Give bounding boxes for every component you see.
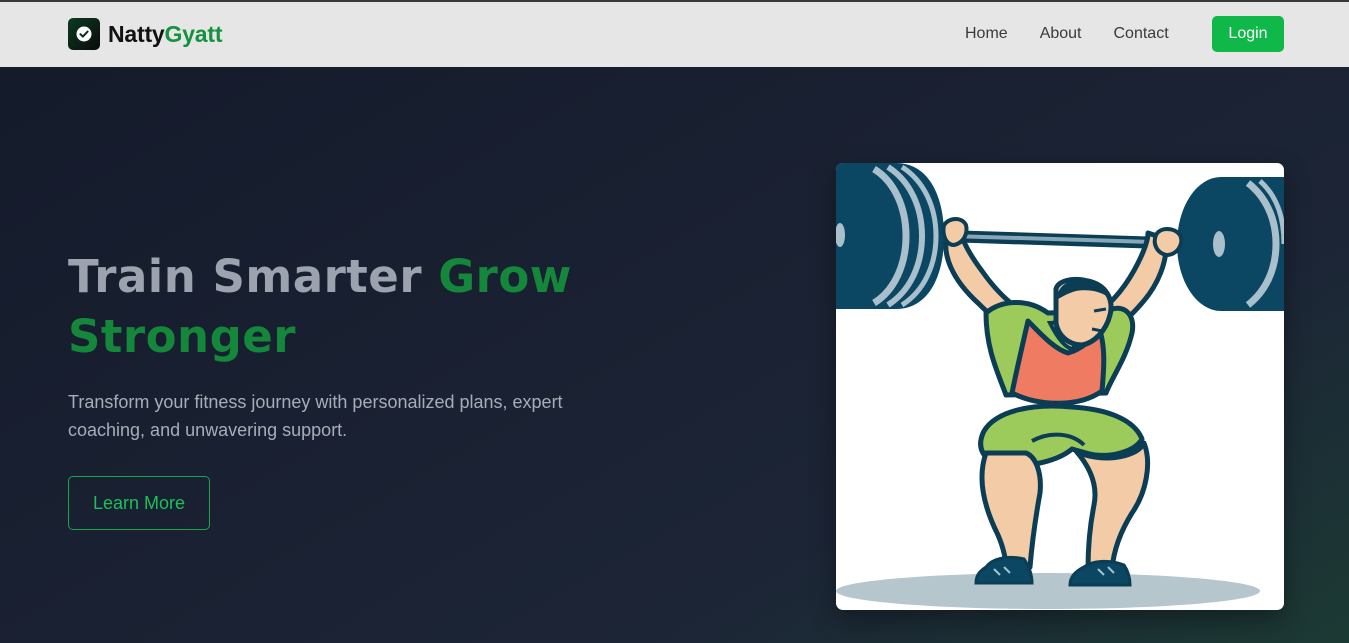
- shield-check-icon: [68, 18, 100, 50]
- hero-subtitle: Transform your fitness journey with pers…: [68, 392, 563, 440]
- nav-link-contact[interactable]: Contact: [1114, 24, 1169, 44]
- nav-link-about[interactable]: About: [1040, 24, 1082, 44]
- brand-name-part2: Gyatt: [164, 21, 223, 47]
- hero-title: Train Smarter Grow Stronger: [68, 247, 708, 367]
- hero-title-part1: Train Smarter: [68, 250, 439, 303]
- login-button[interactable]: Login: [1212, 16, 1284, 52]
- hero-section: Train Smarter Grow Stronger Transform yo…: [0, 67, 1349, 643]
- navbar: NattyGyatt Home About Contact Login: [0, 2, 1349, 67]
- brand-name: NattyGyatt: [108, 18, 223, 50]
- nav-link-home[interactable]: Home: [965, 24, 1008, 44]
- brand-logo-link[interactable]: NattyGyatt: [68, 18, 223, 50]
- brand-name-part1: Natty: [108, 21, 165, 47]
- nav-links: Home About Contact: [965, 24, 1201, 44]
- learn-more-button[interactable]: Learn More: [68, 476, 210, 530]
- weightlifter-illustration: [836, 163, 1284, 610]
